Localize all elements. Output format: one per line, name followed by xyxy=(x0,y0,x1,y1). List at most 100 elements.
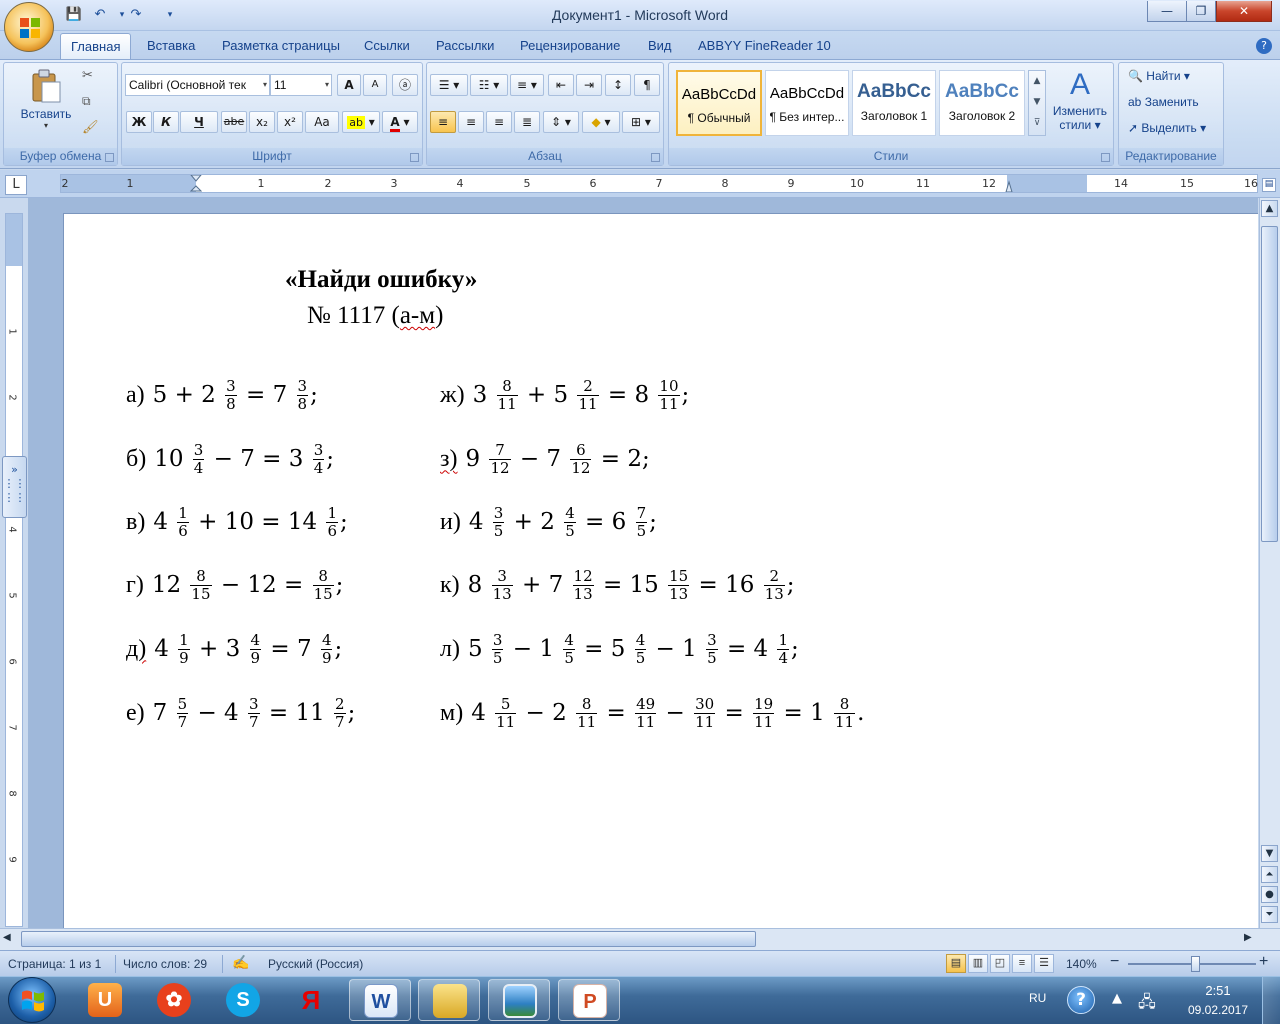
horizontal-ruler[interactable]: 2 1 1 2 3 4 5 6 7 8 9 10 11 12 14 15 16 xyxy=(60,174,1258,193)
scroll-down-button[interactable]: ▼ xyxy=(1261,845,1278,862)
font-launcher-icon[interactable] xyxy=(410,153,419,162)
previous-page-button[interactable]: ⏶ xyxy=(1261,866,1278,883)
scroll-right-button[interactable]: ▶ xyxy=(1244,932,1252,943)
scroll-left-button[interactable]: ◀ xyxy=(3,932,11,943)
show-hidden-icons-icon[interactable]: ▲ xyxy=(1112,991,1122,1006)
word-count[interactable]: Число слов: 29 xyxy=(123,957,207,971)
taskbar-word[interactable]: W xyxy=(349,979,411,1021)
tab-home[interactable]: Главная xyxy=(60,33,132,59)
format-painter-icon[interactable]: 🖌 xyxy=(82,120,99,135)
bullets-button[interactable]: ☰ ▾ xyxy=(430,74,468,96)
draft-view-button[interactable]: ☰ xyxy=(1034,954,1054,973)
right-indent-marker-icon[interactable] xyxy=(1005,178,1013,192)
highlight-button[interactable]: ab ▾ xyxy=(342,111,380,133)
next-page-button[interactable]: ⏷ xyxy=(1261,906,1278,923)
paste-button[interactable]: Вставить ▾ xyxy=(16,66,76,141)
print-layout-view-button[interactable]: ▤ xyxy=(946,954,966,973)
proofing-icon[interactable]: ✍ xyxy=(232,954,249,971)
tab-abbyy[interactable]: ABBYY FineReader 10 xyxy=(688,33,841,59)
indent-marker-icon[interactable] xyxy=(190,175,202,194)
style-normal[interactable]: AaBbCcDd ¶ Обычный xyxy=(676,70,762,136)
scroll-up-button[interactable]: ▲ xyxy=(1261,200,1278,217)
align-left-button[interactable]: ≡ xyxy=(430,111,456,133)
style-heading-1[interactable]: AaBbCc Заголовок 1 xyxy=(852,70,936,136)
taskbar-photo-viewer[interactable] xyxy=(488,979,550,1021)
multilevel-list-button[interactable]: ≡ ▾ xyxy=(510,74,544,96)
start-button[interactable] xyxy=(8,977,56,1023)
view-ruler-icon[interactable]: ▤ xyxy=(1262,178,1276,192)
grow-font-button[interactable]: A xyxy=(337,74,361,96)
decrease-indent-button[interactable]: ⇤ xyxy=(548,74,574,96)
underline-button[interactable]: Ч xyxy=(180,111,218,133)
network-icon[interactable]: 🖧 xyxy=(1138,991,1156,1018)
font-size-combo[interactable]: 11 ▾ xyxy=(270,74,332,96)
line-spacing-button[interactable]: ⇕ ▾ xyxy=(543,111,579,133)
tab-insert[interactable]: Вставка xyxy=(137,33,205,59)
find-button[interactable]: 🔍 Найти ▾ xyxy=(1128,69,1190,83)
zoom-level[interactable]: 140% xyxy=(1066,957,1097,971)
vertical-ruler[interactable]: 1 2 3 4 5 6 7 8 9 xyxy=(5,213,23,927)
show-desktop-button[interactable] xyxy=(1262,977,1280,1024)
numbering-button[interactable]: ☷ ▾ xyxy=(470,74,508,96)
sort-button[interactable]: ↕ xyxy=(605,74,631,96)
vertical-scroll-thumb[interactable] xyxy=(1261,226,1278,542)
subscript-button[interactable]: x₂ xyxy=(249,111,275,133)
tab-references[interactable]: Ссылки xyxy=(354,33,420,59)
change-case-button[interactable]: Aa xyxy=(305,111,339,133)
superscript-button[interactable]: x² xyxy=(277,111,303,133)
taskbar-uc-browser[interactable]: U xyxy=(74,979,136,1021)
justify-button[interactable]: ≣ xyxy=(514,111,540,133)
cut-icon[interactable]: ✂ xyxy=(82,68,93,83)
styles-scroll[interactable]: ▲ ▼ ⊽ xyxy=(1028,70,1046,136)
borders-button[interactable]: ⊞ ▾ xyxy=(622,111,660,133)
taskbar-video-player[interactable]: ✿ xyxy=(143,979,205,1021)
zoom-in-button[interactable]: + xyxy=(1259,953,1268,971)
styles-launcher-icon[interactable] xyxy=(1101,153,1110,162)
align-center-button[interactable]: ≡ xyxy=(458,111,484,133)
paragraph-launcher-icon[interactable] xyxy=(651,153,660,162)
full-screen-reading-button[interactable]: ▥ xyxy=(968,954,988,973)
help-icon[interactable]: ? xyxy=(1256,38,1272,54)
keyboard-language[interactable]: RU xyxy=(1029,991,1046,1005)
office-button[interactable] xyxy=(4,2,54,52)
copy-icon[interactable]: ⧉ xyxy=(82,94,91,109)
clock-time[interactable]: 2:51 xyxy=(1190,983,1246,998)
close-button[interactable]: ✕ xyxy=(1216,1,1272,22)
zoom-slider-thumb[interactable] xyxy=(1191,956,1200,972)
shrink-font-button[interactable]: A xyxy=(363,74,387,96)
taskbar-powerpoint[interactable]: P xyxy=(558,979,620,1021)
change-styles-button[interactable]: A Изменить стили ▾ xyxy=(1049,66,1111,146)
help-tray-icon[interactable]: ? xyxy=(1067,986,1095,1014)
select-button[interactable]: ➚ Выделить ▾ xyxy=(1128,121,1206,135)
font-name-combo[interactable]: Calibri (Основной тек ▾ xyxy=(125,74,270,96)
style-heading-2[interactable]: AaBbCc Заголовок 2 xyxy=(939,70,1025,136)
outline-view-button[interactable]: ≡ xyxy=(1012,954,1032,973)
web-layout-button[interactable]: ◰ xyxy=(990,954,1010,973)
strikethrough-button[interactable]: abe xyxy=(221,111,247,133)
tab-selector[interactable]: L xyxy=(5,175,27,195)
bold-button[interactable]: Ж xyxy=(126,111,152,133)
tab-view[interactable]: Вид xyxy=(638,33,682,59)
browse-object-button[interactable]: ● xyxy=(1261,886,1278,903)
font-color-button[interactable]: A ▾ xyxy=(382,111,418,133)
align-right-button[interactable]: ≡ xyxy=(486,111,512,133)
taskbar-yandex[interactable]: Я xyxy=(280,979,342,1021)
show-marks-button[interactable]: ¶ xyxy=(634,74,660,96)
clock-date[interactable]: 09.02.2017 xyxy=(1180,1003,1256,1017)
minimize-button[interactable]: — xyxy=(1147,1,1187,22)
zoom-out-button[interactable]: − xyxy=(1110,953,1119,971)
style-no-spacing[interactable]: AaBbCcDd ¶ Без интер... xyxy=(765,70,849,136)
italic-button[interactable]: К xyxy=(153,111,179,133)
shading-button[interactable]: ◆ ▾ xyxy=(582,111,620,133)
side-panel-tab[interactable]: » ⋮⋮ ⋮⋮ xyxy=(2,456,27,518)
clear-formatting-button[interactable]: ⓐ xyxy=(392,74,418,96)
taskbar-skype[interactable]: S xyxy=(212,979,274,1021)
maximize-button[interactable]: ❐ xyxy=(1186,1,1216,22)
horizontal-scroll-thumb[interactable] xyxy=(21,931,756,947)
clipboard-launcher-icon[interactable] xyxy=(105,153,114,162)
increase-indent-button[interactable]: ⇥ xyxy=(576,74,602,96)
replace-button[interactable]: ab Заменить xyxy=(1128,95,1199,109)
language[interactable]: Русский (Россия) xyxy=(268,957,363,971)
tab-mailings[interactable]: Рассылки xyxy=(426,33,504,59)
tab-review[interactable]: Рецензирование xyxy=(510,33,630,59)
